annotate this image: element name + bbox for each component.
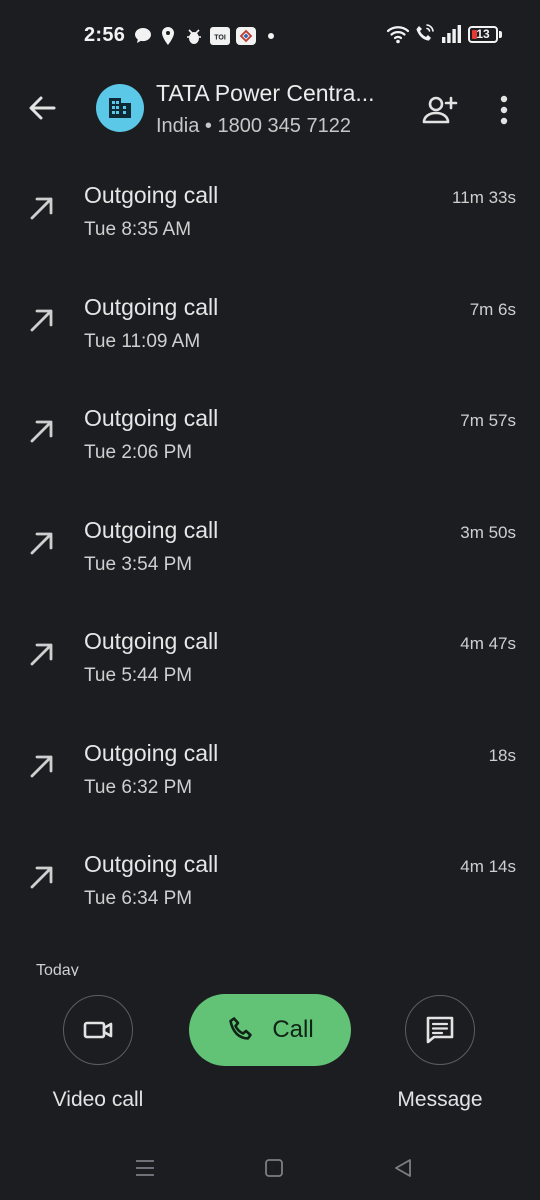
outgoing-call-arrow-icon [30, 643, 53, 666]
call-type: Outgoing call [84, 739, 219, 766]
outgoing-call-arrow-icon [30, 755, 53, 777]
video-call-label: Video call [52, 1088, 144, 1111]
back-button[interactable] [24, 90, 60, 126]
add-contact-button[interactable] [420, 90, 460, 130]
call-details-screen: 2:56 TOI 13 TATA Power Centra... India •… [0, 0, 540, 1200]
more-vert-icon [500, 95, 508, 125]
call-time: Tue 11:09 AM [84, 330, 201, 352]
avatar [96, 84, 144, 132]
videocam-icon [83, 1021, 113, 1039]
outgoing-call-arrow-icon [30, 532, 53, 554]
call-duration: 11m 33s [452, 188, 516, 207]
call-duration: 4m 14s [460, 857, 516, 876]
app-badge-icon [236, 27, 256, 45]
call-history-item[interactable]: Outgoing call Tue 6:34 PM 4m 14s [0, 839, 540, 951]
call-time: Tue 5:44 PM [84, 665, 193, 686]
contact-country-number: India • 1800 345 7122 [156, 115, 351, 137]
call-duration: 7m 6s [469, 299, 516, 319]
battery-tip [499, 31, 502, 38]
more-options-button[interactable] [490, 90, 518, 130]
call-history-item[interactable]: Outgoing call Tue 6:32 PM 18s [0, 728, 540, 840]
call-history-item[interactable]: Outgoing call Tue 5:44 PM 4m 47s [0, 616, 540, 728]
call-time: Tue 6:32 PM [84, 776, 193, 798]
message-icon [426, 1016, 454, 1044]
signal-icon [442, 25, 461, 43]
wifi-calling-icon [416, 24, 434, 41]
call-type: Outgoing call [84, 628, 219, 654]
call-duration: 7m 57s [460, 411, 516, 430]
add-person-icon [422, 96, 458, 124]
wifi-icon [386, 26, 410, 44]
status-bar: 2:56 TOI 13 [0, 0, 540, 72]
call-duration: 3m 50s [460, 522, 516, 542]
toi-app-icon: TOI [210, 27, 230, 45]
svg-text:TOI: TOI [214, 35, 226, 42]
call-history-item[interactable]: Outgoing call Tue 11:09 AM 7m 6s [0, 282, 540, 394]
call-duration: 18s [488, 745, 516, 765]
bug-icon [187, 29, 201, 44]
video-call-button[interactable] [63, 995, 133, 1065]
dot-icon [268, 33, 274, 39]
call-history-list: Outgoing call Tue 8:35 AM 11m 33s Outgoing … [0, 170, 540, 951]
call-button[interactable]: Call [189, 994, 351, 1066]
action-bar: Call Video call Message [0, 980, 540, 1120]
call-history-item[interactable]: Outgoing call Tue 8:35 AM 11m 33s [0, 170, 540, 282]
call-history-item[interactable]: Outgoing call Tue 2:06 PM 7m 57s [0, 393, 540, 505]
call-time: Tue 6:34 PM [84, 888, 193, 909]
call-time: Tue 3:54 PM [84, 553, 193, 575]
battery-icon: 13 [468, 26, 498, 43]
battery-level: 13 [476, 27, 490, 41]
recent-apps-icon[interactable] [133, 1156, 157, 1180]
message-label: Message [397, 1088, 483, 1111]
call-duration: 4m 47s [460, 634, 516, 653]
call-time: Tue 2:06 PM [84, 442, 193, 463]
contact-name: TATA Power Centra... [156, 80, 375, 106]
back-nav-icon[interactable] [391, 1156, 415, 1180]
arrow-left-icon [29, 96, 56, 120]
call-type: Outgoing call [84, 182, 219, 208]
call-type: Outgoing call [84, 516, 219, 543]
location-pin-icon [162, 27, 174, 45]
call-type: Outgoing call [84, 405, 219, 431]
section-header-today: Today [36, 962, 79, 976]
call-type: Outgoing call [84, 851, 219, 877]
home-icon[interactable] [262, 1156, 286, 1180]
outgoing-call-arrow-icon [30, 197, 53, 220]
status-time: 2:56 [84, 24, 126, 46]
outgoing-call-arrow-icon [30, 420, 53, 443]
phone-icon [229, 1017, 253, 1040]
call-button-label: Call [272, 1016, 314, 1043]
outgoing-call-arrow-icon [30, 866, 53, 889]
system-navigation-bar [0, 1140, 540, 1200]
outgoing-call-arrow-icon [30, 309, 53, 331]
call-history-item[interactable]: Outgoing call Tue 3:54 PM 3m 50s [0, 505, 540, 617]
call-time: Tue 8:35 AM [84, 219, 192, 240]
chat-bubble-icon [135, 28, 151, 43]
building-icon [109, 98, 131, 118]
message-button[interactable] [405, 995, 475, 1065]
call-type: Outgoing call [84, 293, 219, 320]
contact-header: TATA Power Centra... India • 1800 345 71… [0, 72, 540, 162]
